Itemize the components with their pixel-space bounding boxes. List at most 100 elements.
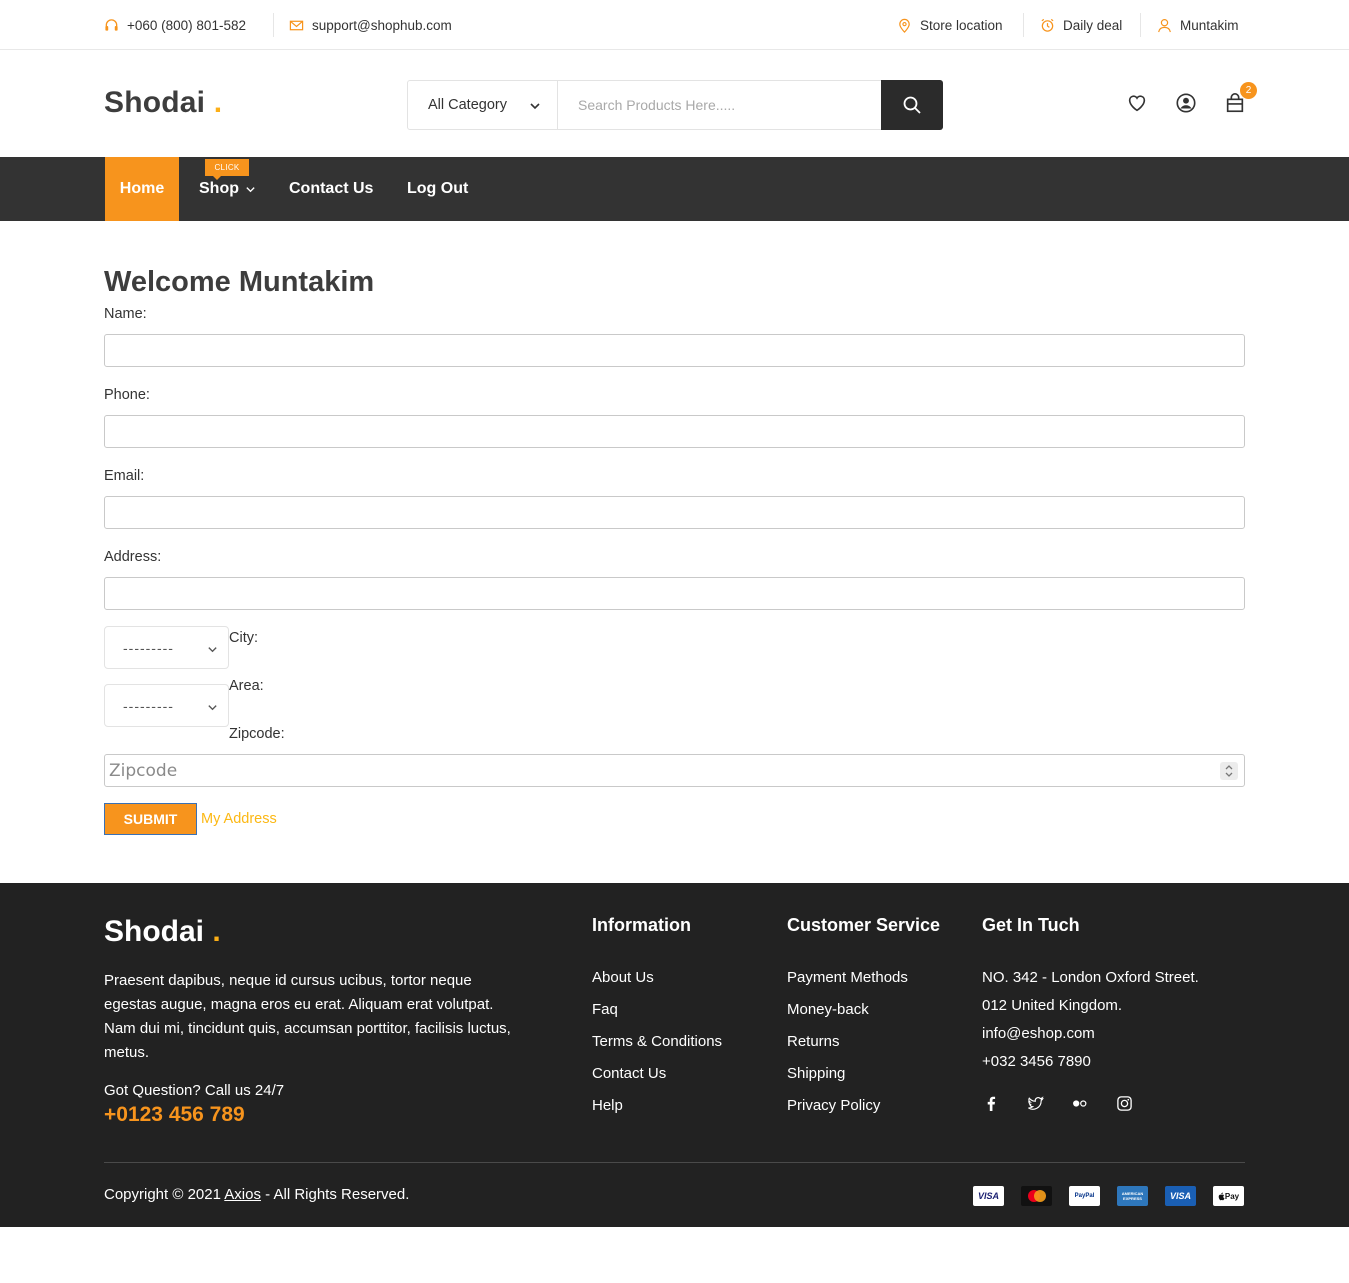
category-select-value: All Category xyxy=(428,97,507,113)
visa-card-icon: VISA xyxy=(973,1186,1004,1206)
user-icon xyxy=(1158,18,1171,32)
area-label: Area: xyxy=(229,678,264,694)
store-location-label: Store location xyxy=(920,17,1003,33)
account-button[interactable] xyxy=(1174,91,1198,115)
phone-label: Phone: xyxy=(104,387,150,403)
footer-link-payment-methods[interactable]: Payment Methods xyxy=(787,969,908,986)
site-logo[interactable]: Shodai . xyxy=(104,86,222,120)
daily-deal-label: Daily deal xyxy=(1063,17,1123,33)
email-label: Email: xyxy=(104,468,145,484)
chevron-down-icon xyxy=(530,103,540,110)
zipcode-placeholder: Zipcode xyxy=(109,760,178,781)
footer-link-returns[interactable]: Returns xyxy=(787,1033,840,1050)
footer-link-terms[interactable]: Terms & Conditions xyxy=(592,1033,722,1050)
support-email[interactable]: support@shophub.com xyxy=(289,16,452,34)
paypal-card-icon: PayPal xyxy=(1069,1186,1100,1206)
search-bar: All Category xyxy=(407,80,943,130)
footer-link-money-back[interactable]: Money-back xyxy=(787,1001,869,1018)
shop-click-badge: CLICK xyxy=(205,159,249,180)
footer-question: Got Question? Call us 24/7 xyxy=(104,1082,285,1099)
copyright-brand-link[interactable]: Axios xyxy=(224,1186,261,1203)
apple-pay-icon: Pay xyxy=(1213,1186,1244,1206)
area-select[interactable]: --------- xyxy=(104,684,229,727)
copyright-prefix: Copyright © 2021 xyxy=(104,1186,221,1203)
account-username: Muntakim xyxy=(1180,17,1239,33)
footer-link-shipping[interactable]: Shipping xyxy=(787,1065,845,1082)
zipcode-label: Zipcode: xyxy=(229,726,285,742)
wishlist-button[interactable] xyxy=(1125,91,1149,115)
footer-link-about[interactable]: About Us xyxy=(592,969,654,986)
map-pin-icon xyxy=(899,18,910,33)
flickr-icon[interactable] xyxy=(1070,1094,1088,1112)
footer-phone[interactable]: +0123 456 789 xyxy=(104,1103,245,1127)
footer-logo-dot: . xyxy=(212,915,221,948)
contact-phone[interactable]: +032 3456 7890 xyxy=(982,1053,1091,1070)
category-select[interactable]: All Category xyxy=(408,81,558,129)
footer-link-faq[interactable]: Faq xyxy=(592,1001,618,1018)
visa-electron-card-icon: VISA xyxy=(1165,1186,1196,1206)
account-link[interactable]: Muntakim xyxy=(1157,16,1239,34)
zipcode-field[interactable]: Zipcode xyxy=(104,754,1245,787)
contact-email[interactable]: info@eshop.com xyxy=(982,1025,1095,1042)
city-label: City: xyxy=(229,630,258,646)
chevron-down-icon xyxy=(208,647,217,653)
site-footer: Shodai . Praesent dapibus, neque id curs… xyxy=(0,883,1349,1227)
nav-home[interactable]: Home xyxy=(105,157,179,221)
email-field[interactable] xyxy=(104,496,1245,529)
chevron-down-icon xyxy=(246,186,255,192)
envelope-icon xyxy=(289,20,304,30)
my-address-link[interactable]: My Address xyxy=(201,811,277,827)
name-field[interactable] xyxy=(104,334,1245,367)
footer-link-contact[interactable]: Contact Us xyxy=(592,1065,666,1082)
apple-icon xyxy=(1218,1192,1225,1200)
daily-deal-link[interactable]: Daily deal xyxy=(1040,16,1122,34)
top-bar: +060 (800) 801-582 support@shophub.com S… xyxy=(0,0,1349,50)
contact-address-line2: 012 United Kingdom. xyxy=(982,997,1123,1014)
footer-about-text: Praesent dapibus, neque id cursus ucibus… xyxy=(104,972,511,1061)
address-field[interactable] xyxy=(104,577,1245,610)
nav-logout[interactable]: Log Out xyxy=(407,157,468,221)
stepper-arrows-icon xyxy=(1225,765,1233,777)
main-nav: Home Shop Contact Us Log Out xyxy=(0,157,1349,221)
cart-count-badge: 2 xyxy=(1240,82,1257,99)
main-header: Shodai . All Category 2 xyxy=(0,50,1349,157)
divider xyxy=(1023,13,1024,37)
city-select[interactable]: --------- xyxy=(104,626,229,669)
logo-dot: . xyxy=(213,86,223,119)
chevron-down-icon xyxy=(208,705,217,711)
page-title: Welcome Muntakim xyxy=(104,266,375,298)
phone-field[interactable] xyxy=(104,415,1245,448)
instagram-icon[interactable] xyxy=(1115,1094,1133,1112)
search-input[interactable] xyxy=(558,81,881,129)
copyright: Copyright © 2021 Axios - All Rights Rese… xyxy=(104,1186,409,1203)
support-phone[interactable]: +060 (800) 801-582 xyxy=(104,16,246,34)
search-icon xyxy=(903,96,921,114)
area-select-value: --------- xyxy=(123,697,174,714)
alarm-clock-icon xyxy=(1041,18,1054,32)
mastercard-icon xyxy=(1021,1186,1052,1206)
logo-text: Shodai xyxy=(104,86,206,119)
headset-icon xyxy=(105,18,118,31)
contact-address-line1: NO. 342 - London Oxford Street. xyxy=(982,969,1199,986)
copyright-suffix: - All Rights Reserved. xyxy=(265,1186,410,1203)
footer-logo[interactable]: Shodai . xyxy=(104,915,221,949)
store-location-link[interactable]: Store location xyxy=(897,16,1003,34)
amex-card-icon: AMERICAN EXPRESS xyxy=(1117,1186,1148,1206)
apple-pay-text: Pay xyxy=(1224,1191,1240,1201)
city-select-value: --------- xyxy=(123,639,174,656)
nav-contact[interactable]: Contact Us xyxy=(289,157,373,221)
footer-link-help[interactable]: Help xyxy=(592,1097,623,1114)
facebook-icon[interactable] xyxy=(982,1094,1000,1112)
twitter-icon[interactable] xyxy=(1026,1094,1044,1112)
address-label: Address: xyxy=(104,549,162,565)
search-button[interactable] xyxy=(881,80,943,130)
name-label: Name: xyxy=(104,306,147,322)
footer-link-privacy[interactable]: Privacy Policy xyxy=(787,1097,880,1114)
footer-logo-text: Shodai xyxy=(104,915,205,948)
support-email-text: support@shophub.com xyxy=(312,17,452,33)
heart-icon xyxy=(1128,95,1146,112)
zipcode-stepper[interactable] xyxy=(1220,762,1238,780)
information-title: Information xyxy=(592,915,691,935)
support-phone-text: +060 (800) 801-582 xyxy=(127,17,246,33)
submit-button[interactable]: SUBMIT xyxy=(104,803,197,835)
